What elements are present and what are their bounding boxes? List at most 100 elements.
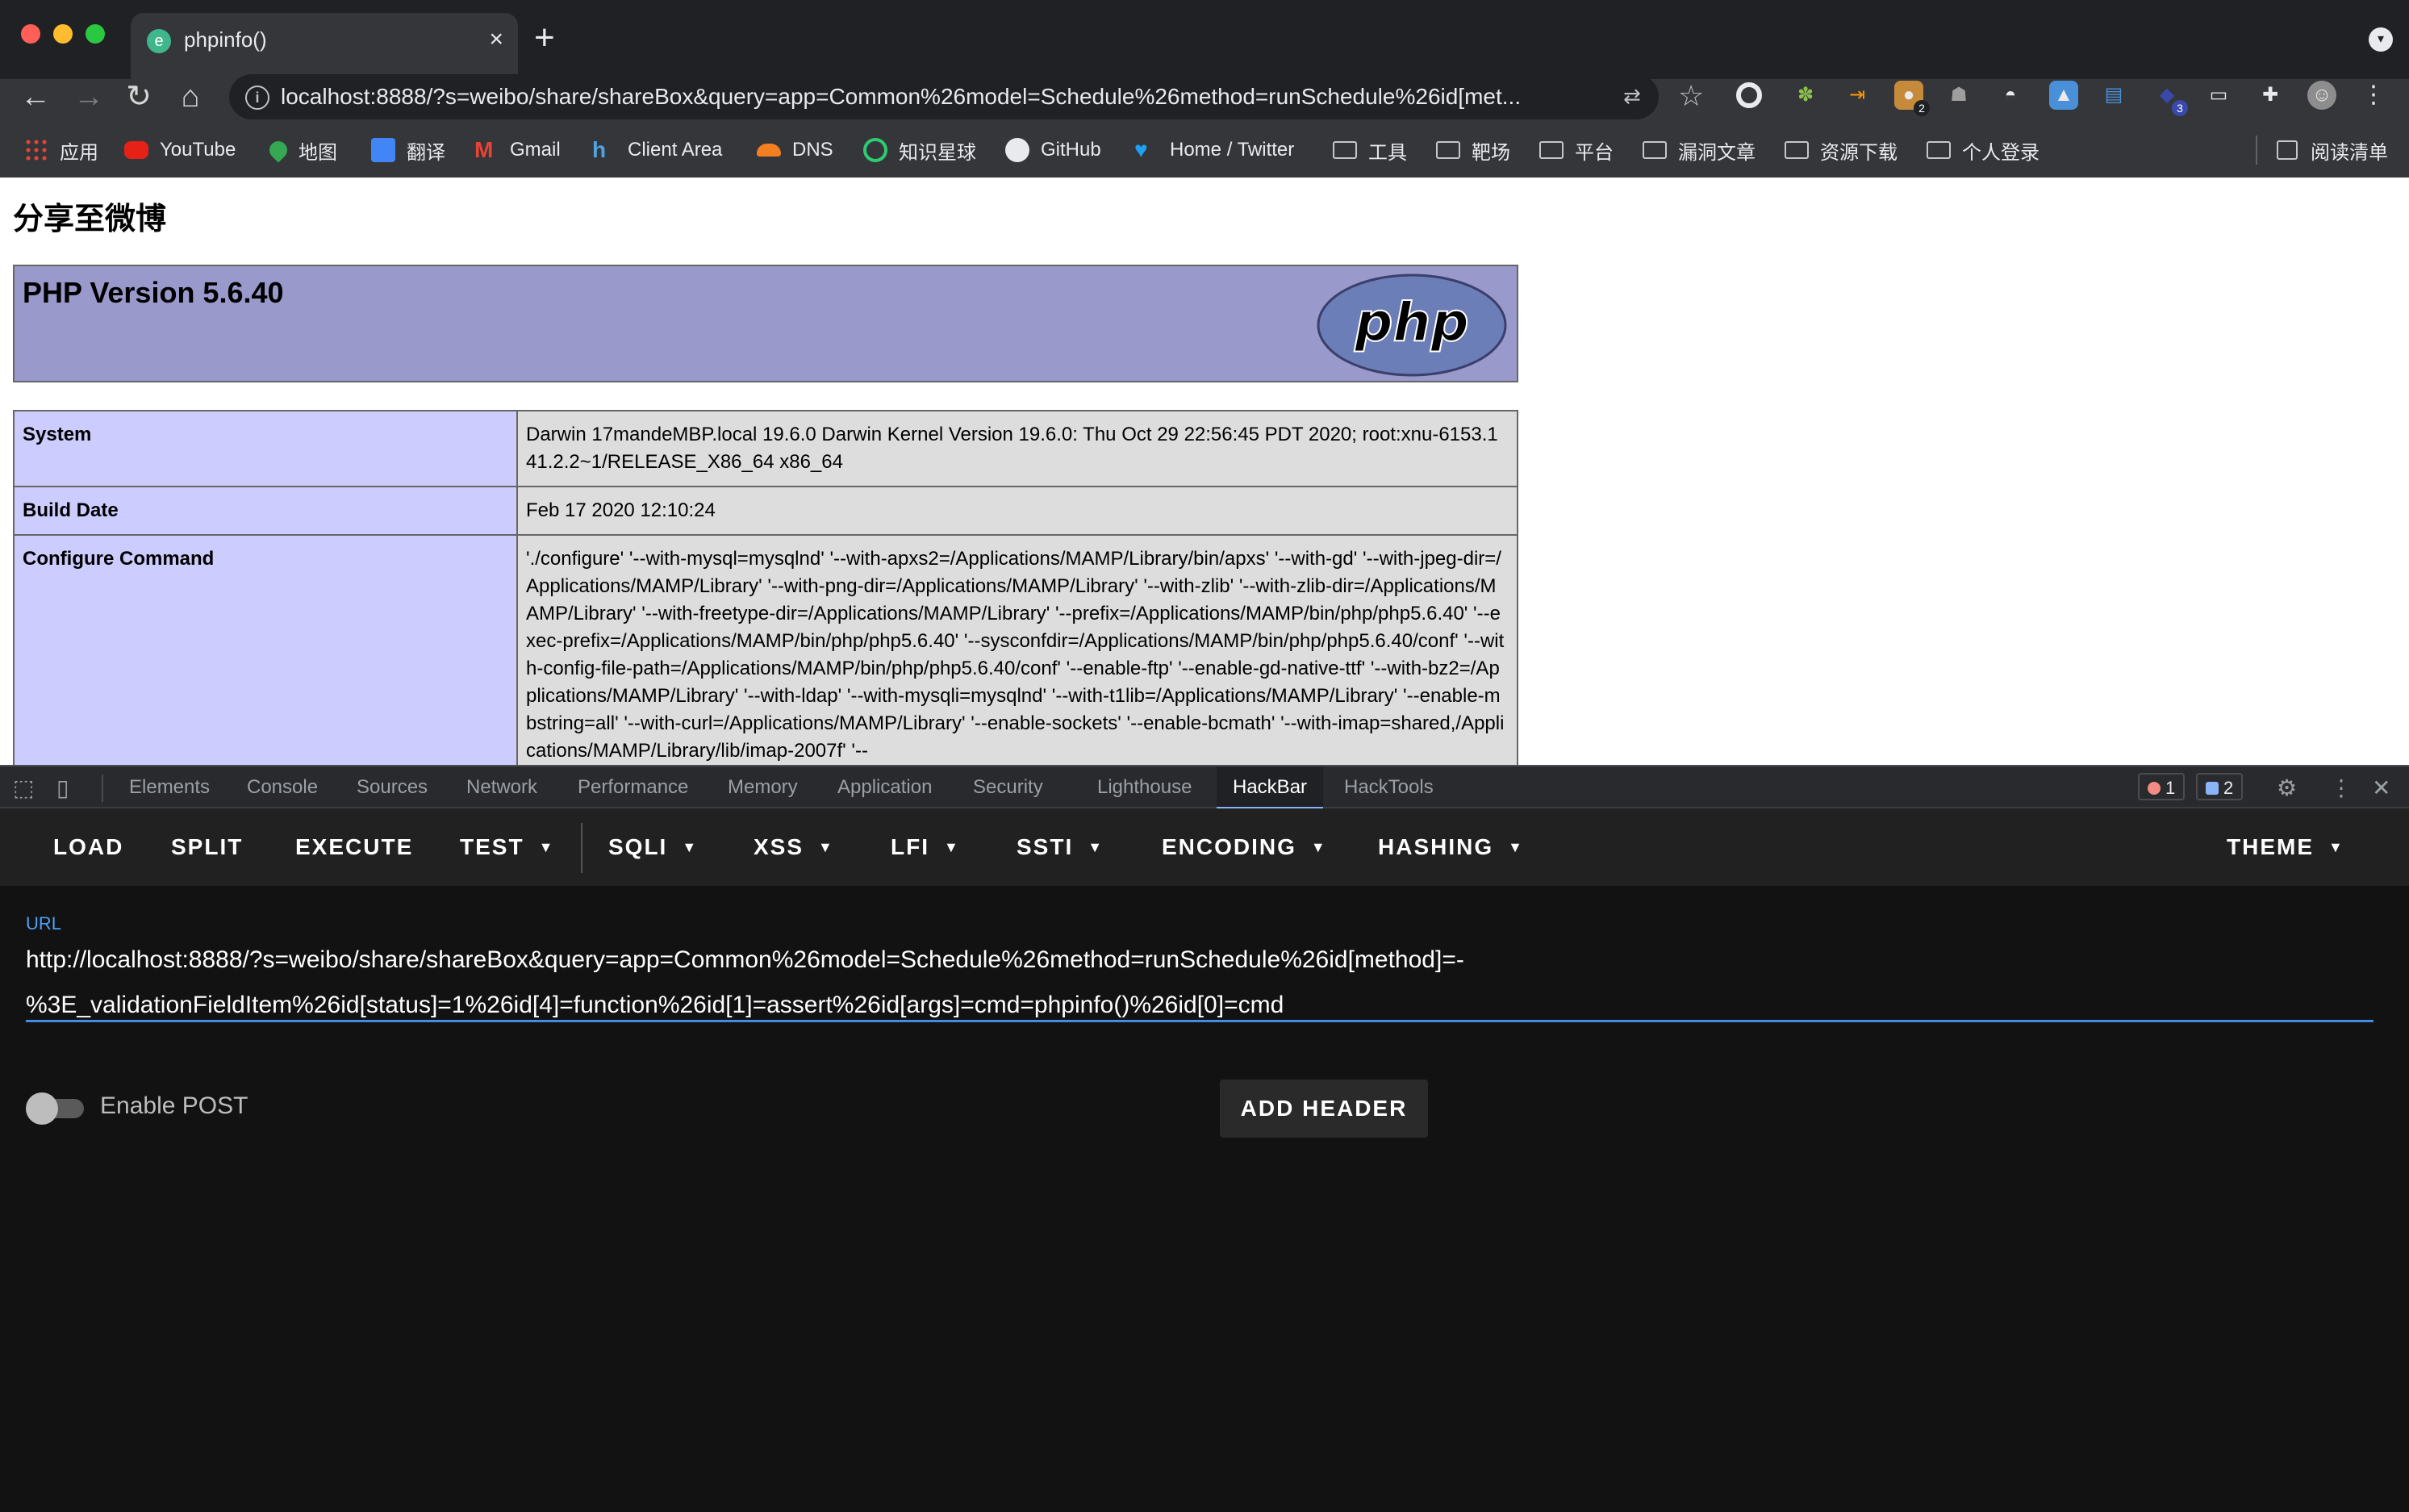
puzzle-green-extension-icon[interactable]: ✽ xyxy=(1791,81,1820,110)
new-tab-button[interactable]: + xyxy=(534,18,555,58)
bookmark-github[interactable]: GitHub xyxy=(1005,131,1101,169)
site-info-icon[interactable]: i xyxy=(245,86,269,110)
browser-tab[interactable]: e phpinfo() × xyxy=(131,13,518,79)
window-maximize-button[interactable] xyxy=(86,24,105,44)
address-bar-url[interactable]: localhost:8888/?s=weibo/share/shareBox&q… xyxy=(281,82,1539,111)
load-button[interactable]: LOAD xyxy=(53,808,123,886)
maps-pin-icon xyxy=(265,137,291,163)
row-value: Feb 17 2020 12:10:24 xyxy=(516,486,1518,536)
execute-button[interactable]: EXECUTE xyxy=(295,808,413,886)
profile-avatar[interactable]: ☺ xyxy=(2307,81,2336,110)
add-header-button[interactable]: ADD HEADER xyxy=(1220,1080,1428,1138)
tab-close-icon[interactable]: × xyxy=(489,26,503,53)
tab-sources[interactable]: Sources xyxy=(357,766,428,810)
home-button[interactable]: ⌂ xyxy=(173,79,208,115)
message-count-badge[interactable]: 2 xyxy=(2196,773,2244,800)
lfi-dropdown[interactable]: LFI ▼ xyxy=(891,808,960,886)
cookie-extension-icon[interactable]: ● 2 xyxy=(1894,81,1930,116)
forward-button[interactable]: → xyxy=(71,79,106,115)
tab-console[interactable]: Console xyxy=(247,766,318,810)
tab-performance[interactable]: Performance xyxy=(578,766,688,810)
tab-security[interactable]: Security xyxy=(973,766,1043,810)
bookmark-folder-platform[interactable]: 平台 xyxy=(1539,131,1614,169)
bookmark-label: 漏洞文章 xyxy=(1678,141,1756,164)
youtube-icon xyxy=(124,141,148,159)
doc-extension-icon[interactable]: ▤ xyxy=(2099,81,2128,110)
folder-icon xyxy=(1643,141,1667,159)
bookmark-folder-vuln-articles[interactable]: 漏洞文章 xyxy=(1643,131,1756,169)
execute-label: EXECUTE xyxy=(295,834,414,859)
bookmark-translate[interactable]: 翻译 xyxy=(371,131,445,169)
device-toolbar-icon[interactable]: ▯ xyxy=(56,775,69,802)
reading-list-label: 阅读清单 xyxy=(2311,141,2388,164)
tab-elements[interactable]: Elements xyxy=(129,766,210,810)
devtools-more-icon[interactable]: ⋮ xyxy=(2330,775,2353,802)
tab-hackbar[interactable]: HackBar xyxy=(1217,766,1324,810)
split-button[interactable]: SPLIT xyxy=(171,808,243,886)
bookmark-twitter[interactable]: ♥ Home / Twitter xyxy=(1134,131,1294,169)
image-extension-icon[interactable]: ▲ xyxy=(2049,81,2078,110)
reading-list-button[interactable]: 阅读清单 xyxy=(2277,131,2388,169)
theme-label: THEME xyxy=(2227,834,2314,859)
bookmark-folder-personal-login[interactable]: 个人登录 xyxy=(1927,131,2040,169)
tab-search-icon[interactable]: ▾ xyxy=(2369,27,2393,52)
ghost-extension-icon[interactable]: ☗ xyxy=(1944,81,1973,110)
toggle-thumb xyxy=(26,1092,58,1125)
xss-dropdown[interactable]: XSS ▼ xyxy=(754,808,834,886)
window-minimize-button[interactable] xyxy=(53,24,73,44)
bookmark-folder-range[interactable]: 靶场 xyxy=(1436,131,1510,169)
table-row: System Darwin 17mandeMBP.local 19.6.0 Da… xyxy=(13,410,1518,487)
arrow-orange-extension-icon[interactable]: ⇥ xyxy=(1843,81,1872,110)
error-count-badge[interactable]: 1 xyxy=(2138,773,2186,800)
translate-page-icon[interactable]: ⇄ xyxy=(1623,84,1641,109)
bookmark-star-icon[interactable]: ☆ xyxy=(1678,79,1704,113)
inspect-element-icon[interactable]: ⬚ xyxy=(13,775,34,802)
cube-extension-icon[interactable]: ◆ 3 xyxy=(2152,81,2188,116)
bookmark-maps[interactable]: 地图 xyxy=(265,131,337,169)
chevron-down-icon: ▼ xyxy=(682,839,699,855)
bookmark-zsxq[interactable]: 知识星球 xyxy=(863,131,976,169)
address-bar[interactable]: i localhost:8888/?s=weibo/share/shareBox… xyxy=(229,74,1704,119)
bookmark-label: Home / Twitter xyxy=(1170,139,1295,161)
tab-strip: e phpinfo() × + ▾ xyxy=(0,0,2409,79)
hashing-dropdown[interactable]: HASHING ▼ xyxy=(1378,808,1524,886)
back-button[interactable]: ← xyxy=(18,79,53,115)
hat-extension-icon[interactable]: ◓ xyxy=(1996,81,2025,110)
devtools-close-icon[interactable]: ✕ xyxy=(2372,775,2390,802)
browser-menu-icon[interactable]: ⋮ xyxy=(2359,81,2388,110)
bookmark-folder-downloads[interactable]: 资源下载 xyxy=(1785,131,1898,169)
tab-lighthouse[interactable]: Lighthouse xyxy=(1097,766,1192,810)
cloud-icon xyxy=(757,144,781,157)
bookmark-folder-tools[interactable]: 工具 xyxy=(1333,131,1407,169)
bookmark-youtube[interactable]: YouTube xyxy=(124,131,236,169)
theme-dropdown[interactable]: THEME ▼ xyxy=(2227,808,2344,886)
bookmark-client-area[interactable]: h Client Area xyxy=(592,131,722,169)
bookmark-dns[interactable]: DNS xyxy=(757,131,833,169)
test-dropdown[interactable]: TEST ▼ xyxy=(460,808,554,886)
tab-network[interactable]: Network xyxy=(466,766,537,810)
reload-button[interactable]: ↻ xyxy=(121,79,157,115)
bookmark-label: Gmail xyxy=(510,139,561,161)
window-close-button[interactable] xyxy=(21,24,40,44)
hackbar-toolbar: LOAD SPLIT EXECUTE TEST ▼ SQLI ▼ XSS ▼ LFI ▼… xyxy=(0,808,2409,886)
tab-hacktools[interactable]: HackTools xyxy=(1344,766,1434,810)
encoding-dropdown[interactable]: ENCODING ▼ xyxy=(1162,808,1327,886)
ssti-dropdown[interactable]: SSTI ▼ xyxy=(1017,808,1104,886)
sqli-dropdown[interactable]: SQLI ▼ xyxy=(608,808,698,886)
bookmark-gmail[interactable]: M Gmail xyxy=(474,131,561,169)
enable-post-toggle[interactable] xyxy=(26,1092,87,1125)
php-logo[interactable]: php xyxy=(1315,273,1509,378)
bookmark-label: 资源下载 xyxy=(1820,141,1898,164)
ssti-label: SSTI xyxy=(1017,834,1074,859)
extensions-puzzle-icon[interactable]: ✚ xyxy=(2256,81,2285,110)
tab-application[interactable]: Application xyxy=(837,766,932,810)
bookmark-apps[interactable]: 应用 xyxy=(24,131,98,169)
url-input[interactable]: http://localhost:8888/?s=weibo/share/sha… xyxy=(26,938,1559,1028)
table-row: Build Date Feb 17 2020 12:10:24 xyxy=(13,486,1518,536)
bookmark-label: GitHub xyxy=(1041,139,1101,161)
laptop-extension-icon[interactable]: ▭ xyxy=(2204,81,2233,110)
circle-extension-icon[interactable] xyxy=(1735,81,1764,110)
chevron-down-icon: ▼ xyxy=(1508,839,1524,855)
settings-gear-icon[interactable]: ⚙ xyxy=(2277,775,2297,802)
tab-memory[interactable]: Memory xyxy=(728,766,798,810)
